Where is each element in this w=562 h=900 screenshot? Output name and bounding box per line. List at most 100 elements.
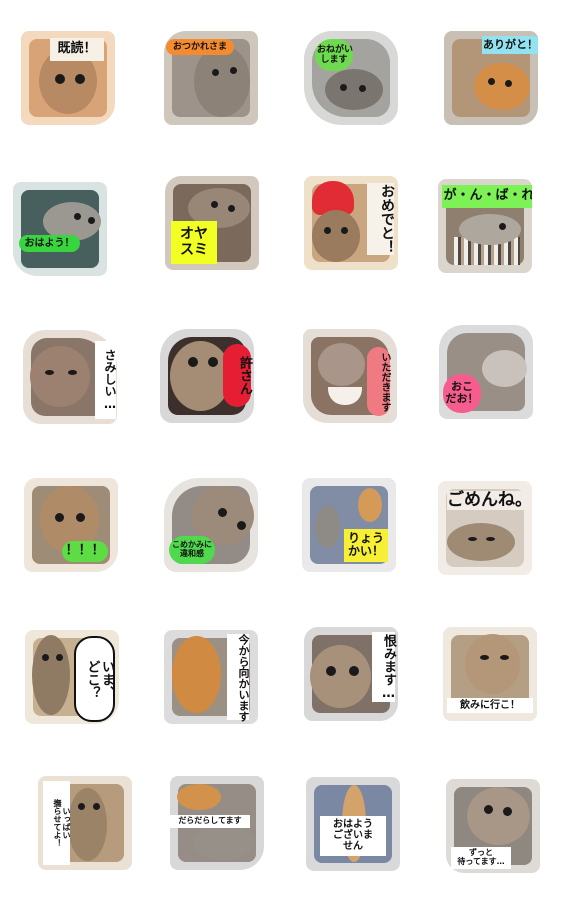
sticker-2[interactable]: おつかれさま: [164, 31, 258, 125]
cat-eye: [212, 69, 219, 76]
cat-eye: [230, 67, 237, 74]
cat-eye: [55, 513, 64, 522]
sticker-caption: りょう かい！: [344, 529, 388, 562]
cat-eye: [45, 370, 54, 375]
cat-photo: [467, 787, 530, 845]
sticker-caption: いただきます: [367, 347, 390, 416]
cat-eye: [237, 521, 246, 530]
cat-eye: [93, 803, 100, 810]
cat-eye: [480, 655, 489, 660]
cat-eye: [68, 370, 77, 375]
cat-eye: [341, 227, 348, 234]
sticker-1[interactable]: 既読！: [21, 31, 115, 125]
sticker-caption: が・ん・ば・れ: [442, 185, 532, 208]
cat-eye: [500, 655, 509, 660]
sticker-8[interactable]: が・ん・ば・れ: [438, 179, 532, 273]
cat-eye: [468, 537, 477, 541]
sticker-caption: ごめんね。: [447, 490, 532, 511]
sticker-caption: こめかみに 違和感: [169, 536, 215, 564]
sticker-caption: おはよう ございま せん: [320, 816, 386, 856]
cat-eye: [488, 78, 495, 85]
cat-photo: [32, 635, 70, 715]
cat-eye: [484, 805, 493, 814]
cat-eye: [505, 80, 512, 87]
sticker-12[interactable]: おこ だお！: [439, 325, 533, 419]
sticker-4[interactable]: ありがと！: [444, 31, 538, 125]
cat-eye: [340, 84, 347, 91]
cat-photo: [172, 636, 221, 713]
cat-eye: [75, 74, 85, 84]
sticker-caption: さみしい…: [95, 341, 117, 419]
cat-eye: [88, 217, 95, 224]
sticker-caption: おはよう！: [19, 235, 80, 253]
cat-photo: [447, 523, 515, 561]
sticker-18[interactable]: 今から向かいます: [164, 630, 258, 724]
cat-photo: [325, 69, 383, 110]
cat-photo: [170, 341, 231, 411]
sticker-5[interactable]: おはよう！: [13, 182, 107, 276]
cat-eye: [499, 223, 506, 230]
sticker-6[interactable]: オヤ スミ: [165, 176, 259, 270]
sticker-caption: ありがと！: [482, 36, 538, 55]
cat-eye: [78, 803, 85, 810]
sticker-14[interactable]: こめかみに 違和感: [164, 478, 258, 572]
sticker-caption: 今から向かいます: [227, 634, 250, 722]
cat-photo: [68, 788, 107, 861]
cat-eye: [56, 654, 63, 661]
cat-eye: [211, 201, 218, 208]
sticker-15[interactable]: りょう かい！: [302, 478, 396, 572]
cat-eye: [326, 666, 336, 676]
sticker-7[interactable]: おめでと！: [304, 176, 398, 270]
sticker-caption: おめでと！: [367, 183, 395, 255]
sticker-caption: おこ だお！: [443, 374, 481, 413]
sticker-24[interactable]: ずっと 待ってます…: [446, 779, 540, 873]
sticker-11[interactable]: いただきます: [303, 329, 397, 423]
sticker-caption: いま、 どこ？: [74, 636, 115, 722]
sticker-22[interactable]: だらだらしてます: [170, 776, 264, 870]
cat-eye: [503, 807, 512, 816]
cat-eye: [324, 227, 331, 234]
sticker-17[interactable]: いま、 どこ？: [25, 630, 119, 724]
cat-eye: [55, 74, 65, 84]
cat-photo: [474, 63, 530, 110]
cat-eye: [208, 357, 218, 367]
cat-eye: [42, 654, 49, 661]
cat-paw: [482, 350, 527, 387]
sticker-caption: おつかれさま: [166, 39, 234, 56]
sticker-caption: おねがい します: [315, 39, 353, 72]
sticker-16[interactable]: ごめんね。: [438, 481, 532, 575]
cat-eye: [218, 508, 227, 517]
cat-eye: [349, 666, 359, 676]
sticker-caption: 恨みます…: [372, 632, 396, 702]
cat-eye: [228, 205, 235, 212]
sticker-caption: いっぱい 撫らせてよ！: [43, 781, 71, 865]
sticker-caption: 既読！: [50, 38, 104, 61]
cat-photo: [194, 45, 250, 117]
sticker-10[interactable]: 許さん: [160, 329, 254, 423]
cat-photo: [312, 210, 360, 262]
cat-photo: [318, 343, 365, 386]
sticker-caption: だらだらしてます: [170, 815, 250, 828]
sticker-20[interactable]: 飲みに行こ！: [443, 627, 537, 721]
sticker-caption: ずっと 待ってます…: [451, 847, 511, 869]
sticker-9[interactable]: さみしい…: [23, 330, 117, 424]
cat-eye: [74, 213, 81, 220]
sticker-caption: オヤ スミ: [171, 221, 217, 265]
cat-photo: [310, 645, 371, 708]
cat-eye: [188, 357, 198, 367]
sticker-21[interactable]: いっぱい 撫らせてよ！: [38, 776, 132, 870]
cat-photo: [177, 784, 221, 810]
sticker-3[interactable]: おねがい します: [304, 31, 398, 125]
sticker-13[interactable]: ！！！: [24, 478, 118, 572]
cat-photo: [358, 488, 382, 522]
sticker-19[interactable]: 恨みます…: [304, 627, 398, 721]
cat-eye: [359, 85, 366, 92]
sticker-caption: 飲みに行こ！: [447, 698, 533, 714]
cat-photo: [30, 346, 90, 407]
cat-photo: [194, 824, 253, 860]
cat-photo: [315, 505, 340, 548]
cat-eye: [486, 537, 495, 541]
sticker-23[interactable]: おはよう ございま せん: [306, 777, 400, 871]
cat-eye: [76, 513, 85, 522]
sticker-caption: ！！！: [62, 541, 108, 562]
